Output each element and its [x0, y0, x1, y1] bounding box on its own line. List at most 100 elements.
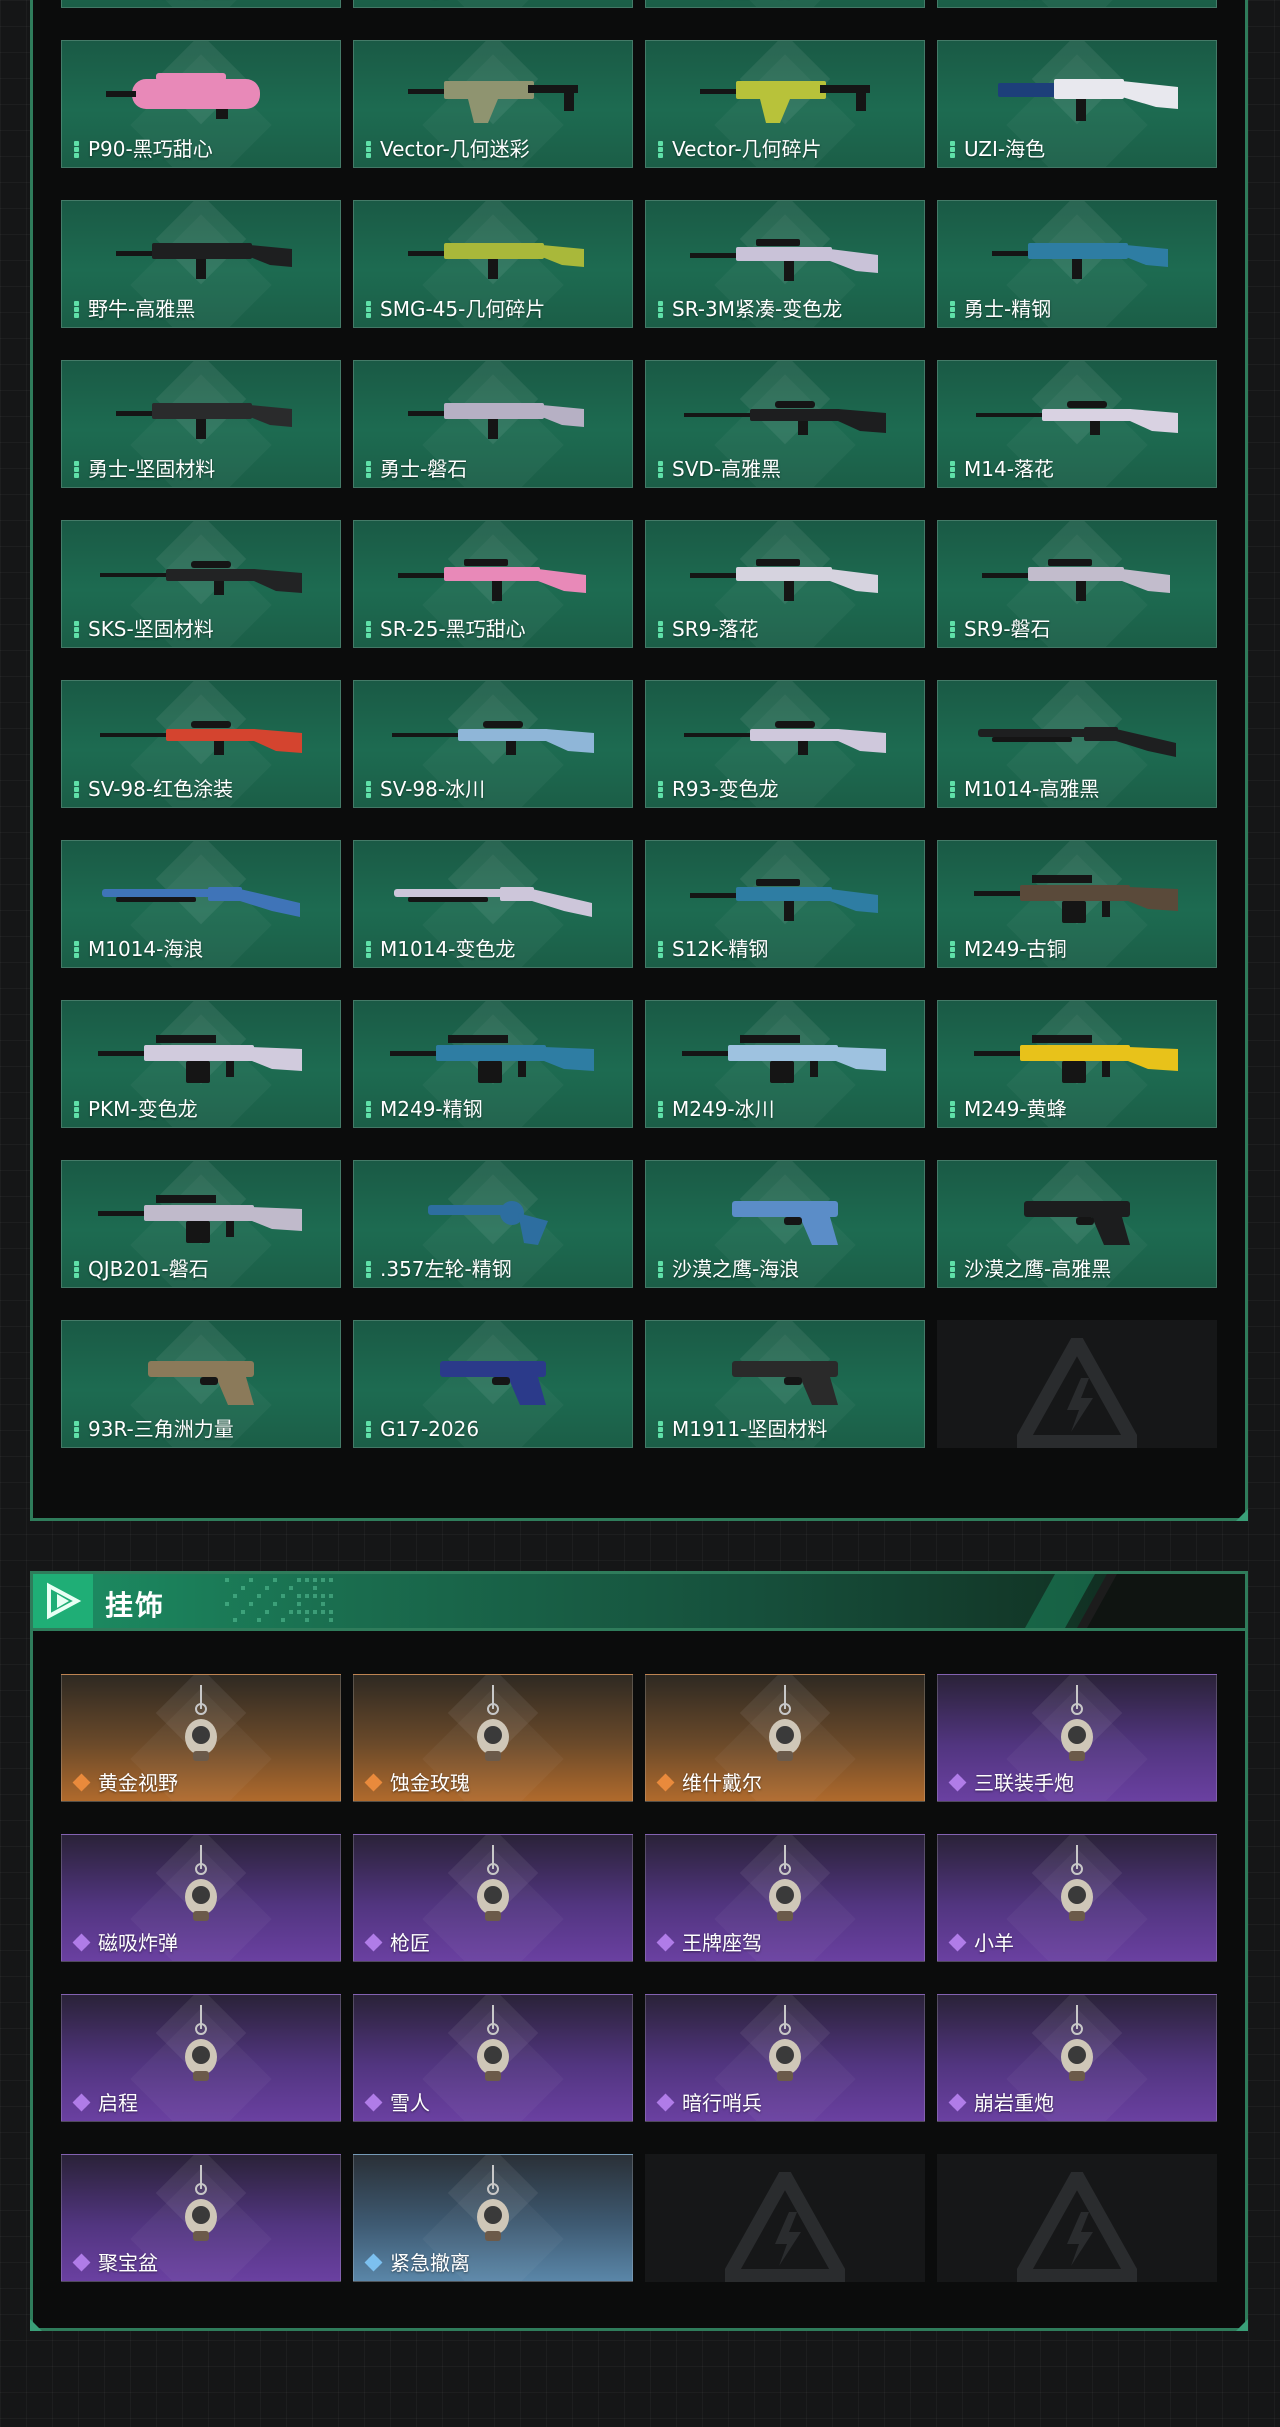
weapon-card[interactable]: P90-安全工作 — [645, 0, 925, 8]
weapon-card[interactable]: SMG-45-几何碎片 — [353, 200, 633, 328]
weapon-card[interactable]: M249-冰川 — [645, 1000, 925, 1128]
weapon-card[interactable]: QJB201-磐石 — [61, 1160, 341, 1288]
weapon-card[interactable]: 沙漠之鹰-海浪 — [645, 1160, 925, 1288]
quality-diamond-icon — [72, 2093, 91, 2112]
charm-image — [769, 1845, 801, 1921]
pendant-label: 启程 — [72, 2091, 138, 2115]
weapon-card[interactable]: 勇士-精钢 — [937, 200, 1217, 328]
weapon-card[interactable]: 勇士-坚固材料 — [61, 360, 341, 488]
weapon-card[interactable]: PKM-变色龙 — [61, 1000, 341, 1128]
quality-diamond-icon — [72, 1773, 91, 1792]
pendant-label: 崩岩重炮 — [948, 2091, 1054, 2115]
weapon-label: SR-25-黑巧甜心 — [366, 617, 526, 641]
weapon-card[interactable]: UZI-海色 — [937, 40, 1217, 168]
weapon-card[interactable]: 勇士-磐石 — [353, 360, 633, 488]
quality-diamond-icon — [72, 1933, 91, 1952]
weapon-card[interactable]: P90-落花 — [937, 0, 1217, 8]
weapon-card[interactable]: SVD-高雅黑 — [645, 360, 925, 488]
pendant-card[interactable]: 黄金视野 — [61, 1674, 341, 1802]
weapon-image — [106, 73, 260, 119]
weapon-name: 93R-三角洲力量 — [88, 1417, 234, 1441]
pendant-card[interactable]: 王牌座驾 — [645, 1834, 925, 1962]
weapon-image — [98, 1035, 302, 1083]
weapon-label: 野牛-高雅黑 — [74, 297, 195, 321]
weapon-label: QJB201-磐石 — [74, 1257, 209, 1281]
weapon-card[interactable]: P90-三角洲力量 — [61, 0, 341, 8]
charm-image — [477, 2165, 509, 2241]
quality-diamond-icon — [364, 1773, 383, 1792]
weapon-name: M1911-坚固材料 — [672, 1417, 828, 1441]
weapon-name: QJB201-磐石 — [88, 1257, 209, 1281]
weapon-card[interactable]: SR9-落花 — [645, 520, 925, 648]
weapon-card[interactable]: 沙漠之鹰-高雅黑 — [937, 1160, 1217, 1288]
pendant-name: 三联装手炮 — [974, 1771, 1074, 1795]
weapon-card[interactable]: S12K-精钢 — [645, 840, 925, 968]
weapon-card[interactable]: P90-冰川 — [353, 0, 633, 8]
quality-dots-icon — [658, 460, 664, 478]
quality-dots-icon — [950, 940, 956, 958]
weapon-card[interactable]: M249-黄蜂 — [937, 1000, 1217, 1128]
weapon-card[interactable]: R93-变色龙 — [645, 680, 925, 808]
weapon-name: M1014-变色龙 — [380, 937, 516, 961]
weapon-card[interactable]: Vector-几何迷彩 — [353, 40, 633, 168]
weapon-card[interactable]: M1014-高雅黑 — [937, 680, 1217, 808]
weapon-card[interactable]: M1911-坚固材料 — [645, 1320, 925, 1448]
weapon-image — [116, 243, 292, 279]
weapon-image — [682, 1035, 886, 1083]
weapon-card[interactable]: M1014-变色龙 — [353, 840, 633, 968]
pendant-card[interactable]: 雪人 — [353, 1994, 633, 2122]
weapon-name: SR-25-黑巧甜心 — [380, 617, 526, 641]
pendant-card[interactable]: 聚宝盆 — [61, 2154, 341, 2282]
weapon-card[interactable]: M14-落花 — [937, 360, 1217, 488]
pendant-card[interactable]: 蚀金玫瑰 — [353, 1674, 633, 1802]
weapon-card[interactable]: P90-黑巧甜心 — [61, 40, 341, 168]
weapon-name: SV-98-冰川 — [380, 777, 486, 801]
weapon-name: M1014-高雅黑 — [964, 777, 1100, 801]
charm-image — [477, 2005, 509, 2081]
header-stripe-decoration — [1025, 1574, 1245, 1628]
weapon-card[interactable]: SR9-磐石 — [937, 520, 1217, 648]
charm-image — [769, 1685, 801, 1761]
weapon-label: SR9-落花 — [658, 617, 759, 641]
pendant-card[interactable]: 崩岩重炮 — [937, 1994, 1217, 2122]
weapon-name: SV-98-红色涂装 — [88, 777, 234, 801]
weapon-label: 勇士-磐石 — [366, 457, 467, 481]
panel-corner-mark-left — [30, 2319, 42, 2331]
weapon-card[interactable]: G17-2026 — [353, 1320, 633, 1448]
weapon-name: 勇士-磐石 — [380, 457, 468, 481]
weapon-card[interactable]: M249-精钢 — [353, 1000, 633, 1128]
weapons-grid: P90-三角洲力量 P90-冰川 P90-安全工作 P90-落花 P90-黑巧甜… — [61, 0, 1217, 1448]
pendant-label: 王牌座驾 — [656, 1931, 762, 1955]
weapon-image — [700, 81, 870, 123]
charm-image — [477, 1845, 509, 1921]
weapon-card[interactable]: SR-3M紧凑-变色龙 — [645, 200, 925, 328]
pendant-card[interactable]: 暗行哨兵 — [645, 1994, 925, 2122]
weapon-image — [976, 401, 1178, 435]
weapon-card[interactable]: M249-古铜 — [937, 840, 1217, 968]
weapon-card[interactable]: SV-98-冰川 — [353, 680, 633, 808]
pendant-card[interactable]: 维什戴尔 — [645, 1674, 925, 1802]
weapon-card[interactable]: SV-98-红色涂装 — [61, 680, 341, 808]
pendant-card[interactable]: 磁吸炸弹 — [61, 1834, 341, 1962]
weapon-label: M1014-高雅黑 — [950, 777, 1099, 801]
weapon-card[interactable]: SKS-坚固材料 — [61, 520, 341, 648]
pendant-card[interactable]: 小羊 — [937, 1834, 1217, 1962]
weapon-name: M249-黄蜂 — [964, 1097, 1067, 1121]
weapon-name: P90-安全工作 — [672, 0, 797, 1]
weapon-card[interactable]: 野牛-高雅黑 — [61, 200, 341, 328]
pendant-card[interactable]: 枪匠 — [353, 1834, 633, 1962]
weapon-name: Vector-几何迷彩 — [380, 137, 530, 161]
weapon-card[interactable]: Vector-几何碎片 — [645, 40, 925, 168]
pendant-card[interactable]: 启程 — [61, 1994, 341, 2122]
weapon-image — [690, 879, 878, 921]
pendant-card[interactable]: 三联装手炮 — [937, 1674, 1217, 1802]
weapon-card[interactable]: 93R-三角洲力量 — [61, 1320, 341, 1448]
quality-dots-icon — [658, 620, 664, 638]
pendant-card[interactable]: 紧急撤离 — [353, 2154, 633, 2282]
weapon-card[interactable]: M1014-海浪 — [61, 840, 341, 968]
weapon-label: P90-冰川 — [366, 0, 465, 1]
pendant-label: 黄金视野 — [72, 1771, 178, 1795]
charm-image — [185, 1845, 217, 1921]
weapon-card[interactable]: .357左轮-精钢 — [353, 1160, 633, 1288]
weapon-card[interactable]: SR-25-黑巧甜心 — [353, 520, 633, 648]
